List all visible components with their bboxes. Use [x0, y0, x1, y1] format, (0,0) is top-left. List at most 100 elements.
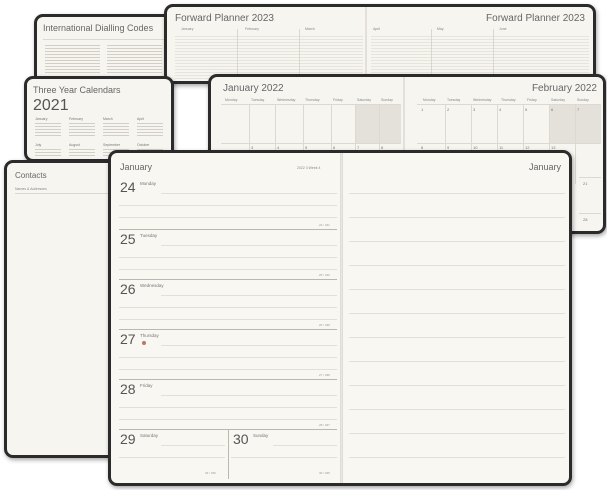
mini-month-label: March: [103, 117, 113, 121]
notes-line: [349, 385, 565, 386]
weekend-shade: [355, 105, 401, 143]
weekday-header: Wednesday: [473, 98, 492, 102]
weekday-header: Saturday: [357, 98, 372, 102]
date-number: 4: [499, 107, 502, 112]
mini-month-grid: [35, 148, 61, 158]
mini-month-label: January: [35, 117, 48, 121]
mini-month-grid: [69, 148, 95, 158]
dialling-codes-page: International Dialling Codes: [34, 14, 174, 84]
month-col-line: [575, 104, 576, 184]
day-name: Wednesday: [140, 283, 164, 288]
fp-month-3: March: [305, 27, 315, 31]
month-row-rule: [579, 177, 601, 178]
weekday-header: Sunday: [577, 98, 589, 102]
day-separator: [119, 229, 337, 230]
notes-line: [349, 337, 565, 338]
mini-month-grid: [103, 122, 129, 138]
week-month-left: January: [120, 162, 153, 172]
day-name: Sunday: [253, 433, 269, 438]
week-view-gutter: [340, 153, 343, 483]
mini-month-grid: [137, 122, 163, 138]
day-number: 26: [120, 281, 136, 297]
fp-month-2: February: [245, 27, 260, 31]
notes-line: [349, 313, 565, 314]
writing-line: [119, 319, 337, 320]
notes-line: [349, 217, 565, 218]
day-separator: [119, 279, 337, 280]
forward-planner-title-left: Forward Planner 2023: [175, 13, 274, 24]
writing-line: [161, 395, 337, 396]
mini-month-label: September: [103, 143, 121, 147]
mini-month-grid: [35, 122, 61, 138]
dialling-table-left: [45, 45, 100, 75]
forward-planner-gutter: [365, 7, 367, 81]
writing-line: [119, 269, 337, 270]
date-number: 6: [551, 107, 554, 112]
weekday-header: Tuesday: [447, 98, 461, 102]
fp-month-5: May: [437, 27, 444, 31]
day-name: Saturday: [140, 433, 159, 438]
writing-line: [161, 295, 337, 296]
writing-line: [161, 245, 337, 246]
writing-line: [119, 217, 337, 218]
writing-line: [119, 419, 337, 420]
month-row-rule: [579, 213, 601, 214]
mini-month-label: July: [35, 143, 42, 147]
date-number: 28: [583, 217, 588, 222]
writing-line: [161, 445, 225, 446]
fp-month-4: April: [373, 27, 381, 31]
day-count: 29 / 336: [205, 471, 216, 475]
day-count: 27 / 338: [319, 373, 330, 377]
writing-line: [273, 445, 337, 446]
writing-line: [119, 407, 337, 408]
day-number: 27: [120, 331, 136, 347]
forward-planner-title-right: Forward Planner 2023: [486, 13, 585, 24]
date-number: 7: [577, 107, 580, 112]
appointment-dot: [142, 341, 146, 345]
mini-month-grid: [69, 122, 95, 138]
day-count: 30 / 335: [319, 471, 330, 475]
weekday-header: Tuesday: [251, 98, 265, 102]
week-month-right: January: [528, 162, 561, 172]
writing-line: [161, 345, 337, 346]
weekday-header: Friday: [333, 98, 343, 102]
week-label: 2022 3 Week 4: [297, 166, 321, 170]
writing-line: [231, 457, 337, 458]
mini-month-label: February: [69, 117, 84, 121]
three-year-title: Three Year Calendars: [33, 85, 121, 95]
date-number: 2: [447, 107, 450, 112]
dialling-table-rule: [43, 39, 165, 40]
fp-month-1: January: [181, 27, 194, 31]
contacts-title: Contacts: [15, 171, 47, 180]
date-number: 5: [525, 107, 528, 112]
mini-month-label: August: [69, 143, 80, 147]
notes-line: [349, 361, 565, 362]
day-count: 26 / 339: [319, 323, 330, 327]
day-separator: [119, 379, 337, 380]
notes-line: [349, 457, 565, 458]
weekday-header: Saturday: [551, 98, 566, 102]
day-name: Thursday: [140, 333, 159, 338]
weekday-header: Friday: [527, 98, 537, 102]
weekday-header: Sunday: [381, 98, 393, 102]
month-view-title-left: January 2022: [223, 83, 284, 94]
weekday-header: Monday: [225, 98, 238, 102]
three-year-year: 2021: [33, 97, 69, 114]
weekday-header: Monday: [423, 98, 436, 102]
notes-line: [349, 241, 565, 242]
writing-line: [119, 369, 337, 370]
date-number: 1: [421, 107, 424, 112]
writing-line: [119, 307, 337, 308]
day-count: 24 / 341: [319, 223, 330, 227]
dialling-table-right: [107, 45, 162, 75]
day-separator: [119, 329, 337, 330]
writing-line: [119, 357, 337, 358]
writing-line: [119, 457, 225, 458]
day-name: Monday: [140, 181, 157, 186]
day-count: 28 / 337: [319, 423, 330, 427]
day-number: 28: [120, 381, 136, 397]
date-number: 3: [473, 107, 476, 112]
notes-line: [349, 193, 565, 194]
weekend-divider: [228, 429, 229, 479]
notes-line: [349, 433, 565, 434]
